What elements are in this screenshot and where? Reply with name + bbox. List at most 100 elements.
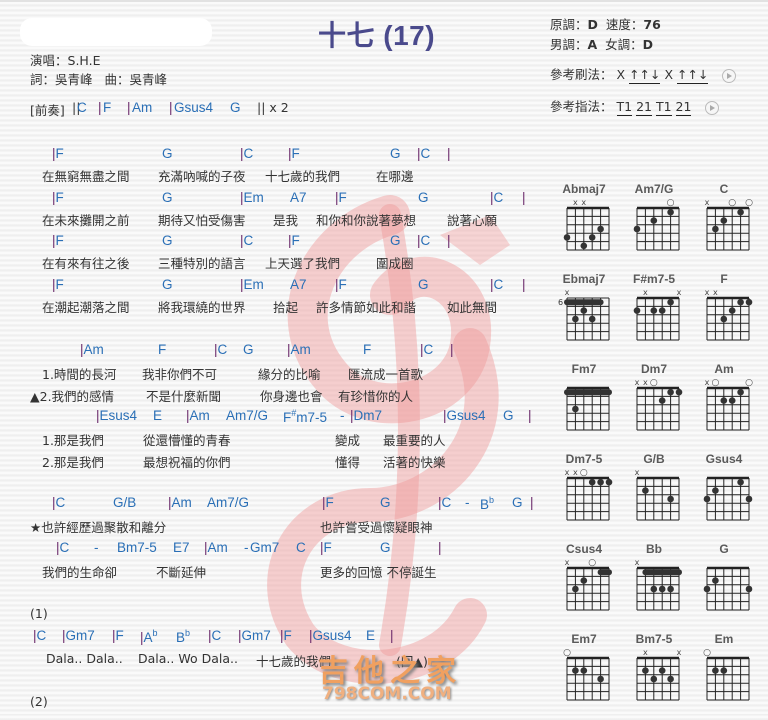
- finger-dot: [580, 577, 588, 584]
- finger-dot: [703, 495, 711, 503]
- credits-line: 詞：吳青峰 曲：吳青峰: [30, 69, 167, 88]
- fretboard: [703, 566, 753, 611]
- chord: G: [162, 146, 173, 161]
- lyric: 匯流成一首歌: [348, 367, 424, 382]
- muted-string-mark: x: [713, 288, 718, 297]
- chord-diagram-name: G/B: [643, 452, 665, 466]
- finger-dot: [563, 234, 571, 241]
- chord: |: [530, 495, 534, 510]
- chord: Gm7: [250, 540, 280, 555]
- chord-diagram: Em7 ○: [554, 632, 614, 720]
- chord: G: [230, 100, 241, 115]
- lyric: 變成: [335, 433, 361, 448]
- chord: |: [447, 146, 451, 161]
- play-finger-icon[interactable]: [705, 100, 720, 115]
- chord: Am7/G: [207, 495, 250, 510]
- fretboard: xx: [563, 198, 610, 251]
- chord-diagram: Am x ○ ○: [694, 362, 754, 450]
- finger-dot: [737, 388, 744, 396]
- chord: F: [158, 342, 167, 357]
- lyric: 從還懵懂的青春: [143, 433, 231, 448]
- finger-part: 21: [675, 99, 692, 116]
- lyric: 充滿吶喊的子夜: [158, 169, 246, 184]
- finger-dot: [658, 585, 666, 593]
- chord: |Gsus4: [309, 628, 352, 643]
- finger-dot: [737, 478, 744, 486]
- finger-dot: [737, 298, 744, 306]
- fretboard: x ○ ○: [705, 198, 753, 251]
- finger-dot: [650, 585, 658, 593]
- barre: [564, 299, 604, 306]
- finger-dot: [572, 667, 579, 674]
- chord: |: [522, 277, 526, 292]
- lyric: 在未來攤開之前: [42, 213, 130, 228]
- fretboard: xx: [636, 648, 682, 701]
- chord: G: [418, 190, 429, 205]
- finger-dot: [633, 307, 641, 314]
- singer-name: S.H.E: [67, 53, 101, 68]
- finger-dot: [650, 307, 658, 314]
- muted-string-mark: x: [565, 558, 570, 567]
- chord: |Ab: [140, 628, 158, 645]
- open-string-mark: ○: [580, 468, 588, 478]
- open-string-mark: ○: [563, 648, 571, 658]
- chord-diagram: Cx ○ ○: [694, 182, 754, 270]
- chord: G: [503, 408, 514, 423]
- chord-diagram-name: Fm7: [571, 362, 597, 376]
- chord: -: [465, 495, 470, 510]
- open-string-mark: ○: [703, 648, 711, 658]
- finger-dot: [712, 225, 719, 233]
- finger-dot: [605, 478, 613, 486]
- finger-dot: [633, 225, 641, 233]
- chord: Am: [132, 100, 153, 115]
- chord-diagram-name: C: [719, 182, 729, 196]
- chord: A7: [290, 190, 307, 205]
- chord-diagram-name: Csus4: [565, 542, 603, 556]
- fretboard: x x ○: [635, 378, 683, 431]
- composer-name: 吳青峰: [129, 72, 167, 87]
- chord: |Am: [186, 408, 210, 423]
- lyric: 緣分的比喻: [258, 367, 321, 382]
- fretboard: [703, 476, 753, 521]
- chord: |Am: [287, 342, 311, 357]
- composer-label: 曲：: [104, 72, 130, 87]
- chord-diagram: F#m7-5 x x: [624, 272, 684, 360]
- chord: |F: [335, 190, 347, 205]
- chord: -: [340, 408, 345, 423]
- chord-diagram: Dm7-5 x x ○: [554, 452, 614, 540]
- fretboard: x ○ ○: [705, 378, 753, 431]
- chord: |Am: [80, 342, 104, 357]
- chord: |F: [335, 277, 347, 292]
- finger-dot: [642, 487, 649, 494]
- chord: |F: [288, 233, 300, 248]
- chord-diagram-name: Bb: [646, 542, 662, 556]
- strum-part: X: [664, 67, 674, 82]
- lyricist-name: 吳青峰: [55, 72, 93, 87]
- female-key: D: [642, 37, 654, 52]
- play-strum-icon[interactable]: [722, 68, 737, 83]
- finger-dot: [712, 577, 719, 584]
- finger-part: 21: [636, 99, 652, 116]
- finger-dot: [745, 585, 753, 593]
- lyric: 不是什麼新聞: [146, 389, 222, 404]
- chord: G: [380, 540, 391, 555]
- fretboard: x ○: [565, 558, 612, 611]
- chord: |C: [490, 190, 504, 205]
- finger-dot: [745, 495, 753, 503]
- lyric: 說著心願: [447, 213, 498, 228]
- fretboard: ○: [703, 648, 750, 701]
- muted-string-mark: x: [705, 198, 710, 207]
- finger-part: T1: [616, 99, 633, 116]
- lyric: 最想祝福的你們: [143, 455, 231, 470]
- lyric: 是我: [273, 213, 299, 228]
- muted-string-mark: x: [705, 288, 710, 297]
- chord: |: [522, 190, 526, 205]
- muted-string-mark: x: [573, 468, 578, 477]
- chord: |F: [112, 628, 124, 643]
- chord: |C: [490, 277, 504, 292]
- muted-string-mark: x: [581, 198, 586, 207]
- muted-string-mark: x: [643, 378, 648, 387]
- chord-diagram: Dm7 x x ○: [624, 362, 684, 450]
- vocal-key-line: 男調：A 女調：D: [550, 34, 653, 53]
- finger-dot: [745, 298, 753, 306]
